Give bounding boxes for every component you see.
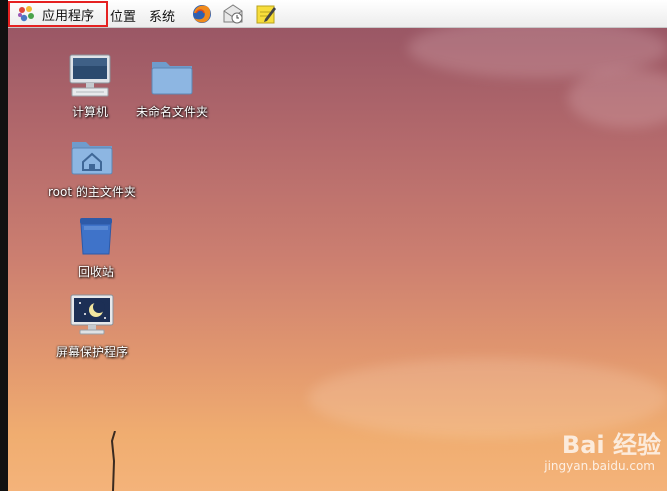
home-folder-icon <box>71 142 113 175</box>
desktop-icon-label: 未命名文件夹 <box>136 105 209 119</box>
mail-clock-icon[interactable] <box>222 3 244 25</box>
watermark-url: jingyan.baidu.com <box>544 459 655 473</box>
desktop-icon-label: 屏幕保护程序 <box>56 345 129 359</box>
places-menu[interactable]: 位置 <box>110 6 136 25</box>
sky-cloud <box>568 68 667 128</box>
gnome-foot-icon <box>18 6 34 22</box>
tree-branch <box>110 431 116 491</box>
baidu-jingyan-watermark: Bai 经验 jingyan.baidu.com <box>491 425 661 477</box>
computer-icon <box>69 54 111 97</box>
folder-icon <box>151 62 193 95</box>
trash-icon <box>80 218 112 255</box>
desktop-icon-label: 回收站 <box>77 265 114 279</box>
system-menu[interactable]: 系统 <box>149 6 175 25</box>
screen-left-edge <box>0 0 8 491</box>
desktop-icon-label: 计算机 <box>71 105 108 119</box>
desktop-icon-trash[interactable]: 回收站 <box>72 212 120 280</box>
desktop-icon-home-folder[interactable]: root 的主文件夹 <box>48 132 136 200</box>
desktop-background[interactable]: 计算机 未命名文件夹 root 的主文件夹 回收站 屏幕保护程序 Bai 经验 … <box>8 28 667 491</box>
screensaver-icon <box>70 294 114 335</box>
desktop-icon-screensaver[interactable]: 屏幕保护程序 <box>56 292 128 360</box>
applications-menu-label: 应用程序 <box>42 8 95 24</box>
applications-menu[interactable]: 应用程序 <box>8 1 108 27</box>
top-panel: 应用程序 位置 系统 <box>8 0 667 28</box>
watermark-logo: Bai 经验 <box>561 431 661 459</box>
desktop-icon-label: root 的主文件夹 <box>48 185 136 199</box>
notepad-icon[interactable] <box>255 3 277 25</box>
firefox-icon[interactable] <box>191 3 213 25</box>
desktop-icon-computer[interactable]: 计算机 <box>66 52 114 120</box>
desktop-icon-untitled-folder[interactable]: 未命名文件夹 <box>136 52 208 120</box>
